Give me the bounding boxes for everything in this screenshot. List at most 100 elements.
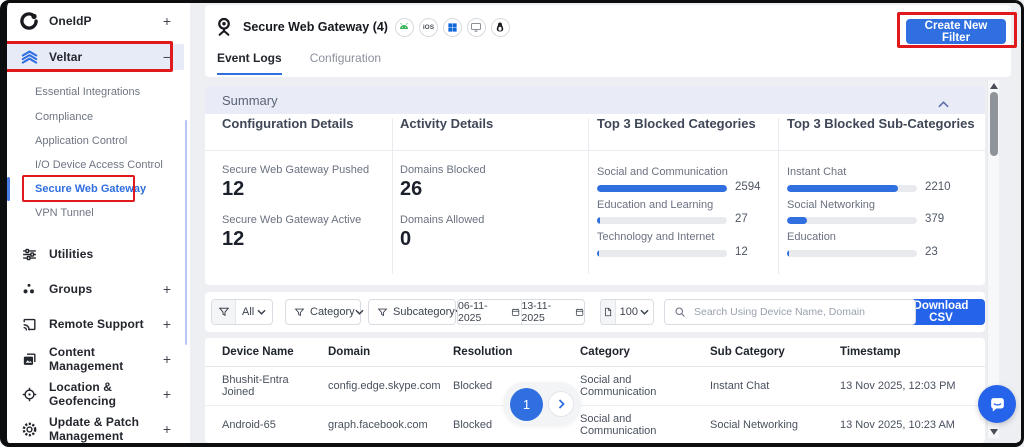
sidebar-item-groups[interactable]: Groups + [7, 276, 184, 302]
bar-label: Technology and Internet [597, 231, 714, 243]
expand-plus-icon[interactable]: + [163, 13, 171, 29]
funnel-icon [212, 300, 236, 324]
linux-icon [491, 18, 510, 37]
page-title: Secure Web Gateway (4) [243, 20, 388, 34]
bar-value: 2594 [735, 181, 761, 193]
bar [597, 250, 727, 257]
file-icon [601, 300, 616, 324]
chevron-down-icon [640, 309, 649, 315]
bar-value: 23 [925, 246, 938, 258]
tab-event-logs[interactable]: Event Logs [217, 51, 282, 75]
subcategory-filter-value: Subcategory [393, 306, 455, 318]
sidebar-item-label: Veltar [49, 50, 163, 64]
cell-sub-category: Social Networking [710, 406, 840, 444]
category-filter-dropdown[interactable]: Category [285, 299, 361, 325]
config-details-heading: Configuration Details [222, 116, 353, 131]
sidebar-item-essential-integrations[interactable]: Essential Integrations [35, 82, 140, 102]
chevron-down-icon [257, 309, 266, 315]
sidebar-item-label: Utilities [49, 247, 171, 261]
sidebar-item-io-device-access-control[interactable]: I/O Device Access Control [35, 155, 163, 175]
cell-category: Social and Communication [580, 406, 710, 444]
bar-label: Instant Chat [787, 166, 846, 178]
sidebar-item-location-geofencing[interactable]: Location & Geofencing + [7, 381, 184, 407]
expand-plus-icon[interactable]: + [163, 386, 171, 402]
active-item-indicator [7, 177, 10, 201]
sidebar-item-label: Location & Geofencing [49, 380, 163, 408]
bar-value: 2210 [925, 181, 951, 193]
col-sub-category: Sub Category [710, 338, 840, 367]
sidebar-item-remote-support[interactable]: Remote Support + [7, 311, 184, 337]
filter-toolbar: All Category Subcategory [205, 292, 985, 332]
stat-label: Domains Allowed [400, 214, 484, 226]
date-from-value: 06-11-2025 [458, 300, 506, 324]
category-filter-value: Category [310, 306, 355, 318]
bar [597, 217, 727, 224]
sidebar-item-secure-web-gateway[interactable]: Secure Web Gateway [35, 179, 146, 199]
col-domain: Domain [328, 338, 453, 367]
cell-timestamp: 13 Nov 2025, 12:03 PM [840, 367, 985, 406]
create-new-filter-button[interactable]: Create New Filter [906, 19, 1006, 44]
expand-plus-icon[interactable]: + [163, 351, 171, 367]
stat-value: 12 [222, 228, 244, 251]
tab-bar: Event Logs Configuration [217, 51, 381, 75]
top-blocked-categories-heading: Top 3 Blocked Categories [597, 116, 756, 131]
bar [787, 217, 917, 224]
summary-header[interactable]: Summary [205, 86, 985, 114]
bar-label: Social and Communication [597, 166, 728, 178]
sidebar-item-label: OneIdP [49, 14, 163, 28]
chevron-up-icon[interactable] [938, 95, 949, 113]
sidebar-scrollbar-thumb[interactable] [185, 120, 187, 345]
groups-dots-icon [16, 281, 42, 297]
app-window: OneIdP + Veltar − Essential Integrations… [0, 0, 1024, 447]
expand-plus-icon[interactable]: + [163, 421, 171, 437]
search-field[interactable] [664, 299, 916, 325]
location-target-icon [16, 386, 42, 403]
bar-value: 27 [735, 213, 748, 225]
divider [205, 150, 985, 151]
scrollbar-thumb[interactable] [990, 92, 998, 156]
date-from-field[interactable]: 06-11-2025 [458, 300, 522, 324]
sidebar-item-update-patch-management[interactable]: Update & Patch Management + [7, 416, 184, 442]
chevron-down-icon [355, 309, 364, 315]
summary-panel: Summary Configuration Details Activity D… [205, 86, 985, 285]
page-size-dropdown[interactable]: 100 [600, 299, 654, 325]
chat-launcher-button[interactable] [978, 385, 1016, 423]
search-input[interactable] [692, 305, 915, 319]
expand-plus-icon[interactable]: + [163, 281, 171, 297]
bar [597, 185, 727, 192]
sidebar-item-vpn-tunnel[interactable]: VPN Tunnel [35, 203, 94, 223]
sidebar-item-label: Update & Patch Management [49, 415, 163, 443]
bar-value: 12 [735, 246, 748, 258]
col-category: Category [580, 338, 710, 367]
cell-domain: config.edge.skype.com [328, 367, 453, 406]
sidebar-item-application-control[interactable]: Application Control [35, 131, 127, 151]
collapse-minus-icon[interactable]: − [163, 49, 171, 65]
top-blocked-subcategories-heading: Top 3 Blocked Sub-Categories [787, 116, 975, 131]
sidebar-item-oneidp[interactable]: OneIdP + [7, 6, 184, 36]
oneidp-logo-icon [16, 11, 42, 31]
date-to-field[interactable]: 13-11-2025 [522, 300, 585, 324]
event-log-table: Device Name Domain Resolution Category S… [205, 338, 985, 443]
stat-value: 0 [400, 228, 411, 251]
stat-label: Domains Blocked [400, 164, 486, 176]
sidebar-item-label: Remote Support [49, 317, 163, 331]
bar-label: Education [787, 231, 836, 243]
col-resolution: Resolution [453, 338, 580, 367]
bar [787, 250, 917, 257]
search-icon [674, 306, 686, 318]
subcategory-filter-dropdown[interactable]: Subcategory [368, 299, 456, 325]
divider [588, 118, 589, 274]
sidebar-item-utilities[interactable]: Utilities [7, 241, 184, 267]
scroll-down-arrow[interactable] [990, 429, 998, 435]
sidebar-item-content-management[interactable]: Content Management + [7, 346, 184, 372]
expand-plus-icon[interactable]: + [163, 316, 171, 332]
next-page-button[interactable] [548, 391, 574, 417]
sidebar-item-compliance[interactable]: Compliance [35, 107, 93, 127]
pagination: 1 [503, 382, 581, 426]
table-row: Android-65 graph.facebook.com Blocked So… [205, 406, 985, 444]
tab-configuration[interactable]: Configuration [310, 51, 381, 75]
scroll-up-arrow[interactable] [990, 83, 998, 89]
scope-filter-dropdown[interactable]: All [211, 299, 273, 325]
sidebar-item-veltar[interactable]: Veltar − [7, 44, 184, 70]
page-1-button[interactable]: 1 [510, 388, 543, 421]
